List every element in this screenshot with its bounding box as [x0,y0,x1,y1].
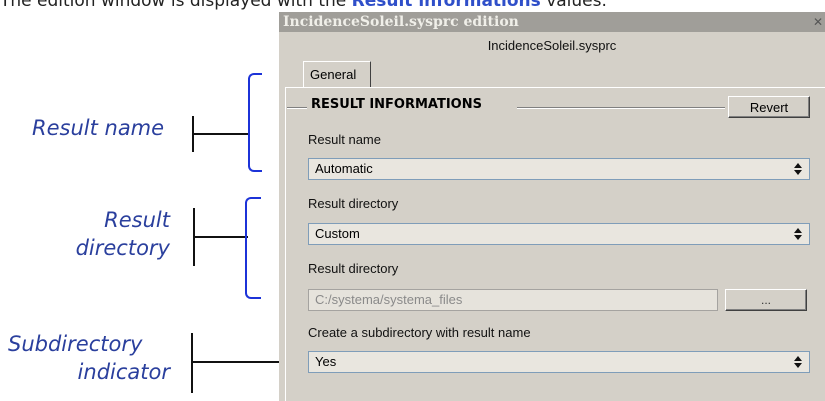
result-directory-select[interactable]: Custom [308,223,810,245]
dialog-title: IncidenceSoleil.sysprc edition [283,14,519,30]
annotation-line-result-name-horizontal [193,133,249,135]
annotation-result-directory-line2: directory [75,236,170,260]
result-directory-label: Result directory [308,196,399,211]
up-down-arrow-icon[interactable] [791,354,805,370]
annotation-line-result-directory-horizontal [194,236,248,238]
tab-general[interactable]: General [303,61,371,87]
browse-button[interactable]: ... [725,289,807,311]
result-directory-path-field[interactable]: C:/systema/systema_files [308,289,718,311]
annotation-subdirectory-line2: indicator [77,360,170,384]
annotation-subdirectory-line1: Subdirectory [8,332,143,356]
caption-suffix: values. [546,0,607,11]
revert-button[interactable]: Revert [728,96,810,118]
bracket-result-directory [245,197,261,299]
bracket-result-name [248,73,262,172]
group-rule-right [517,107,725,109]
group-title: RESULT INFORMATIONS [311,97,482,112]
caption-link[interactable]: Result informations [352,0,541,11]
up-down-arrow-icon[interactable] [791,226,805,242]
dialog-titlebar[interactable]: IncidenceSoleil.sysprc edition ✕ [279,12,825,32]
dialog-subtitle: IncidenceSoleil.sysprc [487,38,617,53]
result-name-value: Automatic [315,161,373,176]
result-directory-path-label: Result directory [308,261,399,276]
up-down-arrow-icon[interactable] [791,161,805,177]
annotation-result-name: Result name [32,116,165,140]
subdirectory-select[interactable]: Yes [308,351,810,373]
group-rule-left [287,107,307,109]
annotation-line-subdirectory-vertical [191,333,193,393]
annotation-result-directory-line1: Result [104,208,170,232]
result-name-select[interactable]: Automatic [308,158,810,180]
subdirectory-label: Create a subdirectory with result name [308,325,531,340]
close-icon[interactable]: ✕ [813,12,823,32]
caption-prefix: The edition window is displayed with the [0,0,347,11]
subdirectory-value: Yes [315,354,337,369]
result-directory-value: Custom [315,226,360,241]
edition-dialog: IncidenceSoleil.sysprc edition ✕ Inciden… [279,12,825,401]
result-name-label: Result name [308,132,381,147]
